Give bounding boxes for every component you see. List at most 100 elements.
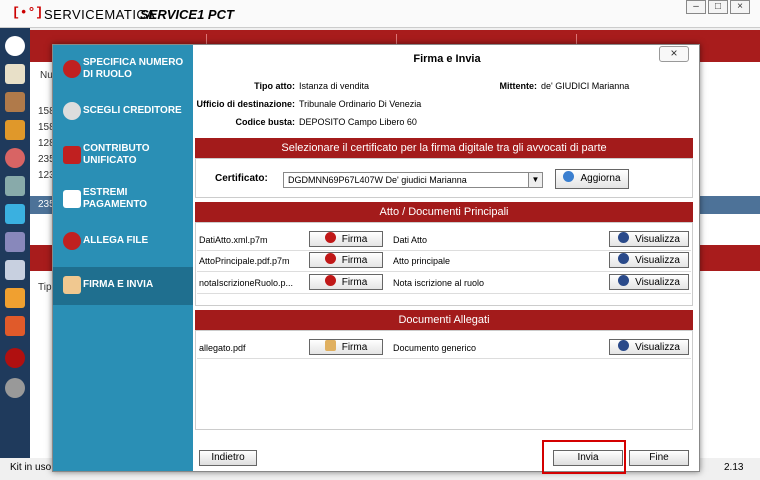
attachment-description: Documento generico [393, 343, 477, 353]
doc-description: Dati Atto [393, 235, 428, 245]
ufficio-value: Tribunale Ordinario Di Venezia [299, 99, 422, 109]
clipboard-icon[interactable] [5, 64, 25, 84]
eye-icon [618, 232, 630, 243]
background-column-label: Nu [40, 70, 53, 81]
nav-label: FIRMA E INVIA [83, 279, 154, 290]
mittente-value: de' GIUDICI Marianna [541, 81, 630, 91]
app-logo: [•°] [12, 5, 44, 20]
seal-icon [324, 275, 336, 286]
nav-label: ALLEGA FILE [83, 235, 149, 246]
status-kit-label: Kit in uso [10, 462, 52, 473]
chevron-down-icon: ▼ [528, 173, 542, 187]
visualizza-label: Visualizza [635, 277, 680, 288]
nav-label: SPECIFICA NUMERO DI RUOLO [83, 57, 184, 80]
visualizza-button[interactable]: Visualizza [609, 231, 689, 247]
menu-icon[interactable] [5, 36, 25, 56]
refresh-icon [563, 171, 575, 182]
seal-icon[interactable] [5, 348, 25, 368]
codice-busta-label: Codice busta: [235, 117, 295, 127]
firma-button[interactable]: Firma [309, 274, 383, 290]
doc-description: Nota iscrizione al ruolo [393, 278, 485, 288]
nav-firma-e-invia[interactable]: FIRMA E INVIA [53, 267, 193, 305]
eye-icon [618, 253, 630, 264]
cloud-icon[interactable] [5, 288, 25, 308]
background-tip-label: Tip [38, 282, 52, 293]
firma-label: Firma [341, 255, 368, 266]
eye-icon [618, 275, 630, 286]
attachments-header: Documenti Allegati [195, 310, 693, 330]
chat-icon[interactable] [5, 204, 25, 224]
warning-icon[interactable] [5, 316, 25, 336]
tipo-atto-value: Istanza di vendita [299, 81, 370, 91]
certificate-value: DGDMNN69P67L407W De' giudici Marianna [288, 175, 467, 185]
minimize-icon[interactable]: – [686, 0, 706, 14]
doc-file-name: DatiAtto.xml.p7m [199, 235, 268, 245]
doc-file-name: notaIscrizioneRuolo.p... [199, 278, 294, 288]
visualizza-label: Visualizza [635, 342, 680, 353]
mittente-label: Mittente: [499, 81, 538, 91]
doc-file-name: AttoPrincipale.pdf.p7m [199, 256, 290, 266]
aggiorna-button[interactable]: Aggiorna [555, 169, 629, 189]
layers-icon [63, 102, 81, 120]
nav-scegli-creditore[interactable]: SCEGLI CREDITORE [53, 93, 193, 131]
pen-icon [324, 340, 336, 351]
app-brand: SERVICEMATICA [44, 7, 156, 22]
seal-icon [324, 232, 336, 243]
pin-icon [63, 232, 81, 250]
search-document-icon[interactable] [5, 232, 25, 252]
visualizza-label: Visualizza [635, 234, 680, 245]
card-icon [63, 190, 81, 208]
ufficio-label: Ufficio di destinazione: [196, 99, 295, 109]
close-window-icon[interactable]: × [730, 0, 750, 14]
visualizza-button[interactable]: Visualizza [609, 274, 689, 290]
invia-highlight-box [542, 440, 626, 474]
cert-section-header: Selezionare il certificato per la firma … [195, 138, 693, 158]
nav-specifica-numero-ruolo[interactable]: SPECIFICA NUMERO DI RUOLO [53, 51, 193, 89]
dialog-title: Firma e Invia [413, 53, 481, 65]
aggiorna-label: Aggiorna [580, 173, 621, 184]
pen-icon [63, 276, 81, 294]
certificate-label: Certificato: [215, 173, 268, 184]
nav-label: SCEGLI CREDITORE [83, 105, 182, 116]
firma-button[interactable]: Firma [309, 252, 383, 268]
firma-label: Firma [341, 234, 368, 245]
version-label: 2.13 [724, 462, 744, 473]
fine-button[interactable]: Fine [629, 450, 689, 466]
wallet-icon[interactable] [5, 92, 25, 112]
nav-label: ESTREMI PAGAMENTO [83, 187, 148, 210]
firma-button[interactable]: Firma [309, 231, 383, 247]
nav-label: CONTRIBUTO UNIFICATO [83, 143, 150, 166]
gear-icon[interactable] [5, 378, 25, 398]
eye-icon [618, 340, 630, 351]
nav-contributo-unificato[interactable]: CONTRIBUTO UNIFICATO [53, 137, 193, 175]
firma-invia-dialog: SPECIFICA NUMERO DI RUOLO SCEGLI CREDITO… [52, 44, 700, 472]
visualizza-button[interactable]: Visualizza [609, 252, 689, 268]
nav-allega-file[interactable]: ALLEGA FILE [53, 223, 193, 261]
firma-label: Firma [341, 277, 368, 288]
principal-docs-header: Atto / Documenti Principali [195, 202, 693, 222]
maximize-icon[interactable]: □ [708, 0, 728, 14]
visualizza-attachment-button[interactable]: Visualizza [609, 339, 689, 355]
dialog-close-button[interactable]: × [659, 46, 689, 62]
doc-description: Atto principale [393, 256, 451, 266]
bookmark-icon [63, 60, 81, 78]
app-title-bar: [•°] SERVICEMATICA SERVICE1 PCT – □ × [0, 0, 760, 28]
document-icon [63, 146, 81, 164]
codice-busta-value: DEPOSITO Campo Libero 60 [299, 117, 417, 127]
left-icon-strip [0, 28, 30, 458]
computer-icon[interactable] [5, 176, 25, 196]
attachment-file-name: allegato.pdf [199, 343, 246, 353]
calculator-icon[interactable] [5, 260, 25, 280]
nav-estremi-pagamento[interactable]: ESTREMI PAGAMENTO [53, 181, 193, 219]
certificate-select[interactable]: DGDMNN69P67L407W De' giudici Marianna ▼ [283, 172, 543, 188]
visualizza-label: Visualizza [635, 255, 680, 266]
firma-attachment-button[interactable]: Firma [309, 339, 383, 355]
seal-icon [324, 253, 336, 264]
app-product-name: SERVICE1 PCT [140, 7, 234, 22]
tipo-atto-label: Tipo atto: [254, 81, 295, 91]
indietro-button[interactable]: Indietro [199, 450, 257, 466]
firma-label: Firma [341, 342, 368, 353]
briefcase-icon[interactable] [5, 120, 25, 140]
user-icon[interactable] [5, 148, 25, 168]
wizard-nav: SPECIFICA NUMERO DI RUOLO SCEGLI CREDITO… [53, 45, 193, 471]
